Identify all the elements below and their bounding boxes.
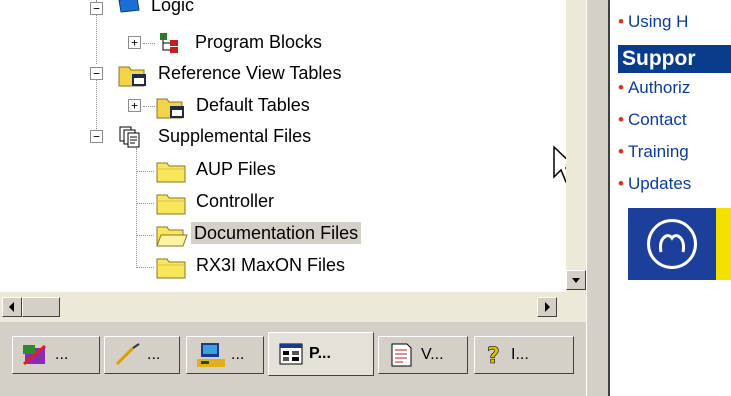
folder-table-icon xyxy=(118,62,150,93)
mouse-cursor-icon xyxy=(552,145,566,190)
link-label: Using H xyxy=(627,12,689,31)
link-label: Authoriz xyxy=(627,78,691,97)
tab-label: V... xyxy=(421,346,444,363)
tree-item-label: Controller xyxy=(196,191,275,211)
project-icon xyxy=(23,344,46,366)
tree-line xyxy=(136,148,137,268)
tree-item-documentation-files[interactable]: Documentation Files xyxy=(191,222,362,244)
link-label: Contact xyxy=(627,110,687,129)
bullet: • xyxy=(618,142,624,161)
tab-label: I... xyxy=(511,346,529,363)
tree-item-label: Supplemental Files xyxy=(158,126,312,146)
folder-table-icon xyxy=(156,94,188,125)
toolchest-icon xyxy=(197,343,225,367)
properties-icon xyxy=(279,343,303,365)
tab-variables[interactable]: ... xyxy=(104,336,180,374)
tree-line xyxy=(136,235,154,236)
tree-item-program-blocks[interactable]: Program Blocks xyxy=(192,31,325,53)
tree-line xyxy=(136,171,154,172)
collapse-toggle[interactable]: − xyxy=(90,2,103,15)
tab-label: P... xyxy=(309,345,331,362)
program-blocks-icon xyxy=(158,31,182,60)
tree-line xyxy=(136,203,154,204)
svg-text:?: ? xyxy=(487,344,500,369)
panel-splitter[interactable] xyxy=(586,0,610,396)
tree-vertical-scrollbar[interactable] xyxy=(566,0,586,292)
tree-item-label: Program Blocks xyxy=(195,32,323,52)
tree-item-label: RX3I MaxON Files xyxy=(196,255,346,275)
tree-line xyxy=(143,106,155,107)
ge-logo[interactable] xyxy=(628,208,731,280)
variables-icon xyxy=(115,343,140,366)
help-link-using[interactable]: • Using H xyxy=(618,12,688,32)
scroll-down-button[interactable] xyxy=(566,270,586,290)
arrow-down-icon xyxy=(572,278,580,283)
tree-item-label: AUP Files xyxy=(196,159,276,179)
tab-toolchest[interactable]: ... xyxy=(186,336,264,374)
tab-label: ... xyxy=(231,346,245,363)
tab-properties[interactable]: P... xyxy=(268,332,374,376)
tab-help[interactable]: ? I... xyxy=(474,336,574,374)
collapse-toggle[interactable]: − xyxy=(90,67,103,80)
tree-item-label: Documentation Files xyxy=(191,222,362,244)
tree-line xyxy=(143,43,155,44)
scroll-left-button[interactable] xyxy=(2,297,22,317)
supplemental-files-icon xyxy=(118,125,144,154)
help-link-authorization[interactable]: • Authoriz xyxy=(618,78,690,98)
expand-toggle[interactable]: + xyxy=(128,99,141,112)
scroll-right-button[interactable] xyxy=(537,297,557,317)
tree-line xyxy=(96,75,97,137)
navigator-tab-bar: ... ... ... P... V... ? I... xyxy=(0,322,586,396)
tree-item-label: Logic xyxy=(151,0,195,15)
logic-icon xyxy=(115,0,141,19)
tree-horizontal-scrollbar[interactable] xyxy=(0,292,586,322)
tab-project[interactable]: ... xyxy=(12,336,100,374)
tree-item-aup-files[interactable]: AUP Files xyxy=(193,158,279,180)
project-tree[interactable]: − Logic + Program Blocks − Reference Vie… xyxy=(0,0,566,290)
help-link-training[interactable]: • Training xyxy=(618,142,689,162)
bullet: • xyxy=(618,78,624,97)
bullet: • xyxy=(618,12,624,31)
help-icon: ? xyxy=(487,344,500,369)
tree-line xyxy=(136,267,154,268)
tab-view[interactable]: V... xyxy=(378,336,468,374)
tree-item-controller[interactable]: Controller xyxy=(193,190,277,212)
bullet: • xyxy=(618,110,624,129)
expand-toggle[interactable]: + xyxy=(128,36,141,49)
folder-icon xyxy=(156,254,188,285)
tab-label: ... xyxy=(55,346,69,363)
tree-item-supplemental-files[interactable]: Supplemental Files xyxy=(155,125,314,147)
help-link-updates[interactable]: • Updates xyxy=(618,174,691,194)
arrow-right-icon xyxy=(545,302,550,312)
tree-item-rx3i-maxon-files[interactable]: RX3I MaxON Files xyxy=(193,254,348,276)
ge-monogram-icon xyxy=(645,217,699,271)
tree-item-logic[interactable]: Logic xyxy=(148,0,197,16)
help-panel: • Using H Suppor • Authoriz • Contact • Trai… xyxy=(610,0,731,396)
tab-label: ... xyxy=(147,346,161,363)
collapse-toggle[interactable]: − xyxy=(90,130,103,143)
arrow-left-icon xyxy=(9,302,14,312)
help-link-contact[interactable]: • Contact xyxy=(618,110,687,130)
folder-icon xyxy=(156,190,188,221)
view-icon xyxy=(391,343,412,367)
logo-stripe xyxy=(716,208,731,280)
bullet: • xyxy=(618,174,624,193)
folder-open-icon xyxy=(156,222,188,253)
tree-item-reference-view-tables[interactable]: Reference View Tables xyxy=(155,62,344,84)
tree-item-label: Default Tables xyxy=(196,95,310,115)
link-label: Updates xyxy=(627,174,692,193)
scroll-thumb[interactable] xyxy=(22,297,60,317)
folder-icon xyxy=(156,158,188,189)
support-heading: Suppor xyxy=(618,45,731,73)
link-label: Training xyxy=(627,142,689,161)
tree-item-label: Reference View Tables xyxy=(158,63,342,83)
tree-item-default-tables[interactable]: Default Tables xyxy=(193,94,313,116)
